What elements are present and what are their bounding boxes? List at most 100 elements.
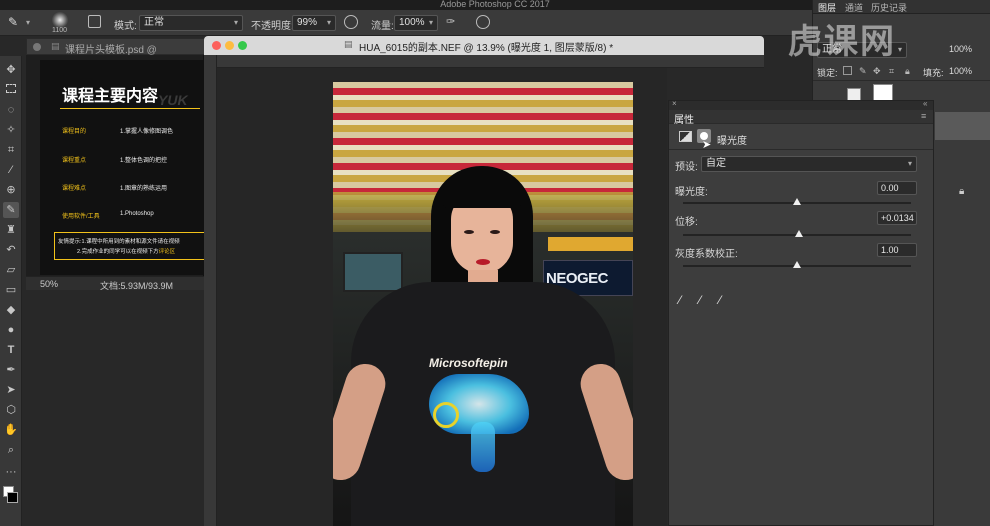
- tip-box: 友情提示:1.课程中所用到的素材和源文件请在视频 2.完成作业的同学可以在视频下…: [54, 232, 205, 260]
- mode-select[interactable]: 正常 ▾: [139, 15, 243, 31]
- fill-label: 填充:: [923, 68, 944, 78]
- lock-label: 锁定:: [817, 68, 838, 78]
- lock-all-icon[interactable]: 🔒︎: [905, 66, 910, 77]
- shape-tool-icon[interactable]: ⬡: [3, 402, 19, 418]
- doc1-canvas[interactable]: 课程主要内容 YUK 课程目的 1.掌握人像修图调色 课程重点 1.整体色调的把…: [40, 60, 205, 275]
- close-window-icon[interactable]: [212, 41, 221, 50]
- foreground-color-swatch[interactable]: [7, 492, 18, 503]
- hand-tool-icon[interactable]: ✋: [3, 422, 19, 438]
- lasso-tool-icon[interactable]: ◌: [3, 102, 19, 118]
- doc1-info: 文档:5.93M/93.9M: [100, 281, 174, 291]
- layer-row-selected[interactable]: [935, 112, 990, 140]
- tip-line2-highlight: 评论区: [158, 249, 176, 255]
- dinosaur-tail: [471, 422, 495, 472]
- row-label: 课程重点: [62, 158, 87, 164]
- crop-tool-icon[interactable]: ⌗: [3, 142, 19, 158]
- chevron-down-icon: ▾: [897, 45, 902, 54]
- black-point-eyedropper-icon[interactable]: ⁄: [679, 293, 681, 307]
- brush-tool-icon[interactable]: ✎: [8, 15, 22, 29]
- doc1-zoom[interactable]: 50%: [40, 279, 58, 289]
- collapse-icon[interactable]: «: [923, 99, 927, 108]
- pressure-size-icon[interactable]: [476, 15, 490, 29]
- lock-artboard-icon[interactable]: ⌗: [889, 66, 894, 77]
- dodge-tool-icon[interactable]: ●: [3, 322, 19, 338]
- pressure-opacity-icon[interactable]: [344, 15, 358, 29]
- tool-bar: ✥ ◌ ✧ ⌗ ⁄ ⊕ ✎ ♜ ↶ ▱ ▭ ◆ ● T ✒ ➤ ⬡ ✋ ⌕ ··…: [0, 56, 22, 526]
- healing-brush-tool-icon[interactable]: ⊕: [3, 182, 19, 198]
- adjustment-icon[interactable]: [679, 131, 692, 142]
- heading-underline: [60, 108, 200, 109]
- maximize-window-icon[interactable]: [238, 41, 247, 50]
- brush-preview-icon[interactable]: [52, 12, 68, 28]
- zoom-tool-icon[interactable]: ⌕: [3, 442, 19, 458]
- blur-tool-icon[interactable]: ◆: [3, 302, 19, 318]
- lock-transparent-icon[interactable]: [843, 66, 852, 75]
- arcade-screen: [343, 252, 403, 292]
- doc1-heading: 课程主要内容: [62, 88, 159, 105]
- gamma-slider-thumb[interactable]: [793, 261, 801, 268]
- chevron-down-icon[interactable]: ▾: [26, 18, 30, 27]
- doc1-title: 课程片头模板.psd @: [65, 45, 157, 56]
- lock-position-icon[interactable]: ✥: [873, 66, 881, 77]
- brush-panel-icon[interactable]: [88, 15, 101, 28]
- props-title[interactable]: 属性: [674, 111, 694, 126]
- clone-stamp-tool-icon[interactable]: ♜: [3, 222, 19, 238]
- shirt-text: Microsoftepin: [429, 356, 508, 370]
- chevron-down-icon: ▾: [428, 18, 433, 27]
- panel-menu-icon[interactable]: ≡: [921, 111, 926, 121]
- history-brush-tool-icon[interactable]: ↶: [3, 242, 19, 258]
- eraser-tool-icon[interactable]: ▱: [3, 262, 19, 278]
- flow-input[interactable]: 100% ▾: [394, 15, 438, 31]
- doc2-tab[interactable]: ▤ HUA_6015的副本.NEF @ 13.9% (曝光度 1, 图层蒙版/8…: [204, 36, 764, 55]
- more-tools-icon[interactable]: ···: [3, 464, 19, 480]
- preset-select[interactable]: 自定 ▾: [701, 156, 917, 172]
- row-value: 1.掌握人像修图调色: [120, 129, 174, 135]
- gray-point-eyedropper-icon[interactable]: ⁄: [699, 293, 701, 307]
- tip-line2-prefix: 2.完成作业的同学可以在视频下方: [77, 249, 159, 255]
- magic-wand-tool-icon[interactable]: ✧: [3, 122, 19, 138]
- close-icon[interactable]: [33, 43, 41, 51]
- type-tool-icon[interactable]: T: [3, 342, 19, 358]
- gamma-input[interactable]: 1.00: [877, 243, 917, 257]
- fill-value[interactable]: 100%: [949, 66, 972, 76]
- minimize-window-icon[interactable]: [225, 41, 234, 50]
- chevron-down-icon: ▾: [233, 18, 238, 27]
- properties-panel: × « 属性 ≡ ➤ 曝光度 预设: 自定 ▾ 曝光度: 0.00 位移: +0.…: [668, 99, 934, 526]
- ruler-vertical: [204, 55, 217, 526]
- white-point-eyedropper-icon[interactable]: ⁄: [719, 293, 721, 307]
- tip-line2: 2.完成作业的同学可以在视频下方评论区: [77, 247, 175, 255]
- eyedropper-tool-icon[interactable]: ⁄: [3, 162, 19, 178]
- lock-image-icon[interactable]: ✎: [859, 66, 867, 77]
- doc2-title: HUA_6015的副本.NEF @ 13.9% (曝光度 1, 图层蒙版/8) …: [359, 43, 614, 54]
- airbrush-icon[interactable]: ✑: [446, 15, 460, 29]
- opacity-input[interactable]: 99% ▾: [292, 15, 336, 31]
- doc1-tab[interactable]: ▤ 课程片头模板.psd @: [26, 38, 206, 56]
- pen-tool-icon[interactable]: ✒: [3, 362, 19, 378]
- doc1-status-bar: 50% 文档:5.93M/93.9M: [26, 276, 204, 291]
- move-tool-icon[interactable]: ✥: [3, 62, 19, 78]
- document-icon: ▤: [51, 41, 60, 51]
- mode-label: 模式:: [114, 21, 137, 32]
- exposure-input[interactable]: 0.00: [877, 181, 917, 195]
- bangs: [443, 174, 521, 208]
- row-label: 课程难点: [62, 186, 87, 192]
- gamma-label: 灰度系数校正:: [675, 249, 738, 260]
- flow-value: 100%: [399, 17, 425, 28]
- tip-line1: 友情提示:1.课程中所用到的素材和源文件请在视频: [58, 239, 180, 245]
- layer-opacity-value[interactable]: 100%: [949, 44, 972, 54]
- offset-slider-thumb[interactable]: [795, 230, 804, 237]
- preset-label: 预设:: [675, 162, 698, 173]
- tab-channels[interactable]: 通道: [845, 1, 863, 14]
- path-selection-tool-icon[interactable]: ➤: [3, 382, 19, 398]
- lock-icon: 🔒︎: [959, 186, 965, 197]
- photo-canvas[interactable]: NEOGEC Microsoftepin: [333, 82, 633, 526]
- exposure-slider-thumb[interactable]: [793, 198, 801, 205]
- tab-layers[interactable]: 图层: [818, 1, 836, 14]
- marquee-tool-icon[interactable]: [3, 82, 19, 98]
- offset-input[interactable]: +0.0134: [877, 211, 917, 225]
- close-icon[interactable]: ×: [672, 99, 677, 108]
- tab-history[interactable]: 历史记录: [871, 1, 907, 14]
- brush-tool-icon[interactable]: ✎: [3, 202, 19, 218]
- watermark: 虎课网: [788, 23, 896, 61]
- gradient-tool-icon[interactable]: ▭: [3, 282, 19, 298]
